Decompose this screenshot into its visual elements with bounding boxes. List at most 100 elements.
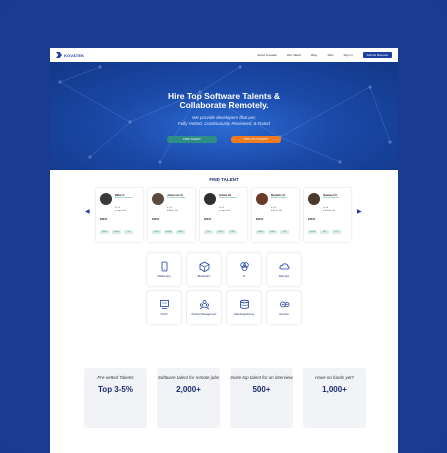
talent-meta: ★ 5.0 ● Accra, GH: [271, 207, 282, 213]
background-frame: KOVATEK About Kovatek Hire Talent Blog J…: [0, 0, 447, 453]
category-card[interactable]: UI/UX: [147, 291, 181, 324]
skill-tag: React: [216, 230, 225, 234]
nav-link-hire[interactable]: Hire Talent: [287, 53, 301, 57]
nav-link-jobs[interactable]: Jobs: [327, 53, 333, 57]
talent-rate: $25/hr: [204, 218, 212, 221]
category-card[interactable]: Mobile App: [147, 253, 181, 286]
stat-card: Have no funds yet? 1,000+ ... ...: [303, 368, 366, 428]
skill-tag: Go: [124, 230, 133, 234]
talent-card[interactable]: Johnson O. Full Stack Developer ★ 5.0 ● …: [148, 188, 195, 242]
skill-tag: Flutter: [256, 230, 265, 234]
skill-tag: CSS: [228, 230, 237, 234]
stat-note: ...: [187, 398, 190, 401]
stat-value: 1,000+: [322, 384, 347, 394]
talent-card[interactable]: Daniels O. Mobile Developer ★ 5.0 ● Accr…: [252, 188, 299, 242]
skill-tag: Python: [112, 230, 121, 234]
talent-rate: $35/hr: [256, 218, 264, 221]
nav-link-signin[interactable]: Sign in: [343, 53, 352, 57]
talent-meta: ★ 4.8 ● Nairobi, KE: [323, 207, 335, 213]
stat-note: ...: [114, 398, 117, 401]
nav-links: About Kovatek Hire Talent Blog Jobs Sign…: [257, 52, 392, 58]
talent-role: DevOps Engineer: [323, 197, 339, 199]
stat-question: Invite top talent for an interview: [230, 375, 293, 380]
talent-rating: 5.0: [273, 207, 277, 209]
talent-rate: $40/hr: [152, 218, 160, 221]
stat-value: 500+: [252, 384, 271, 394]
talent-card[interactable]: Samuel O. DevOps Engineer ★ 4.8 ● Nairob…: [304, 188, 351, 242]
stat-caption: ...: [187, 394, 190, 397]
logo-text: KOVATEK: [64, 52, 85, 58]
team-icon: [199, 300, 209, 310]
category-card[interactable]: Data Engineering: [227, 291, 261, 324]
cloud-icon: [279, 263, 290, 270]
stat-caption: ...: [114, 394, 117, 397]
talent-rate: $30/hr: [100, 218, 108, 221]
skill-tag: AWS: [176, 230, 185, 234]
database-icon: [239, 299, 249, 309]
talent-meta: ★ 5.0 ● Lagos, NG: [115, 207, 126, 213]
hero-subtitle: We provide developers that are; Fully Ve…: [50, 115, 398, 126]
stat-card: Invite top talent for an interview 500+ …: [230, 368, 293, 428]
skill-tag: GCP: [332, 230, 341, 234]
talent-card[interactable]: Mike F. Backend Developer ★ 5.0 ● Lagos,…: [96, 188, 143, 242]
talent-carousel: ◀ Mike F. Backend Developer ★ 5.0 ● Lago…: [50, 188, 398, 244]
category-card[interactable]: Web App: [267, 253, 301, 286]
join-as-talent-button[interactable]: JOIN AS A TALENT: [231, 136, 281, 143]
talent-skills: Vue React CSS: [204, 230, 237, 234]
category-grid: Mobile App Blockchain AI Web App UI/UX P…: [50, 253, 398, 324]
avatar: [204, 193, 216, 205]
category-label: Product Management: [191, 313, 217, 316]
carousel-next-icon[interactable]: ▶: [357, 208, 362, 215]
stat-value: Top 3-5%: [98, 384, 133, 394]
stat-question: Pre-vetted Talents: [97, 375, 134, 380]
skill-tag: iOS: [280, 230, 289, 234]
hero-section: Hire Top Software Talents & Collaborate …: [50, 62, 398, 170]
talent-cards: Mike F. Backend Developer ★ 5.0 ● Lagos,…: [96, 188, 351, 242]
nav-link-blog[interactable]: Blog: [311, 53, 317, 57]
talent-rating: 5.0: [169, 207, 173, 209]
hero-title: Hire Top Software Talents & Collaborate …: [50, 62, 398, 110]
gears-icon: [279, 301, 289, 308]
stat-question: Software talent for remote jobs: [157, 375, 220, 380]
category-card[interactable]: DevOps: [267, 291, 301, 324]
avatar: [152, 193, 164, 205]
logo[interactable]: KOVATEK: [56, 52, 84, 58]
find-talent-title: FIND TALENT: [209, 177, 239, 182]
category-label: Web App: [278, 275, 290, 278]
category-label: Blockchain: [197, 275, 211, 278]
skill-tag: Node: [100, 230, 109, 234]
stat-question: Have no funds yet?: [315, 375, 354, 380]
talent-skills: React Django AWS: [152, 230, 185, 234]
talent-card[interactable]: Adam M. Frontend Developer ★ 4.9 ● Lagos…: [200, 188, 247, 242]
talent-rating: 4.9: [221, 207, 225, 209]
talent-location: Lagos, NG: [220, 210, 231, 212]
category-label: Data Engineering: [233, 313, 255, 316]
nav-link-about[interactable]: About Kovatek: [257, 53, 277, 57]
stat-caption: ...: [333, 394, 336, 397]
talent-location: Accra, GH: [272, 210, 282, 212]
category-card[interactable]: Product Management: [187, 291, 221, 324]
find-talent-button[interactable]: FIND TALENT: [167, 136, 217, 143]
skill-tag: Kotlin: [268, 230, 277, 234]
category-card[interactable]: Blockchain: [187, 253, 221, 286]
talent-meta: ★ 5.0 ● Abuja, NG: [167, 207, 178, 213]
talent-location: Lagos, NG: [116, 210, 127, 212]
category-label: UI/UX: [160, 313, 168, 316]
submit-request-button[interactable]: Submit Request: [362, 52, 392, 58]
avatar: [308, 193, 320, 205]
category-label: DevOps: [279, 313, 289, 316]
talent-rating: 4.8: [325, 207, 329, 209]
talent-skills: Docker K8s GCP: [308, 230, 341, 234]
skill-tag: Django: [164, 230, 173, 234]
avatar: [100, 193, 112, 205]
carousel-prev-icon[interactable]: ◀: [85, 208, 90, 215]
stat-note: ...: [260, 398, 263, 401]
stat-value: 2,000+: [176, 384, 201, 394]
design-icon: [159, 300, 169, 309]
hero-title-line2: Collaborate Remotely.: [179, 100, 269, 110]
talent-role: Mobile Developer: [271, 197, 287, 199]
category-card[interactable]: AI: [227, 253, 261, 286]
talent-location: Abuja, NG: [168, 210, 178, 212]
talent-rating: 5.0: [117, 207, 121, 209]
cube-icon: [199, 261, 209, 272]
